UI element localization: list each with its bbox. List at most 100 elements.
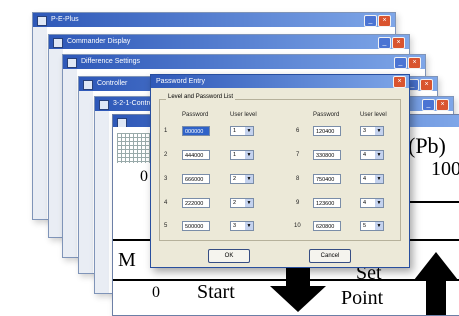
- window-body: [79, 91, 93, 273]
- close-button[interactable]: ×: [436, 99, 449, 111]
- window-title: Commander Display: [67, 38, 131, 45]
- row-number: 9: [296, 200, 300, 206]
- m-label: M: [118, 249, 136, 271]
- user-level-select[interactable]: 4 ▼: [360, 174, 384, 184]
- user-level-value: 4: [363, 152, 367, 158]
- chevron-down-icon: ▼: [375, 222, 383, 230]
- up-arrow-icon[interactable]: [414, 252, 459, 315]
- window-body: [49, 49, 63, 237]
- window-body: [95, 111, 109, 293]
- zero-bottom-label: 0: [152, 284, 160, 301]
- chevron-down-icon: ▼: [375, 127, 383, 135]
- user-level-value: 1: [233, 152, 237, 158]
- app-icon: [83, 80, 93, 90]
- app-icon: [99, 100, 109, 110]
- window-titlebar[interactable]: Difference Settings _ ×: [63, 55, 425, 69]
- window-title: 3-2-1-Control: [113, 100, 155, 107]
- app-icon: [117, 118, 127, 127]
- row-number: 8: [296, 176, 300, 182]
- close-button[interactable]: ×: [408, 57, 421, 69]
- app-icon: [37, 16, 47, 26]
- column-header-password: Password: [313, 112, 340, 118]
- cancel-button[interactable]: Cancel: [309, 249, 351, 263]
- row-number: 4: [164, 200, 168, 206]
- window-titlebar[interactable]: P-E-Plus _ ×: [33, 13, 395, 27]
- app-icon: [67, 58, 77, 68]
- chevron-down-icon: ▼: [375, 175, 383, 183]
- window-body: [33, 27, 47, 219]
- row-number: 3: [164, 176, 168, 182]
- window-title: Controller: [97, 80, 128, 87]
- user-level-select[interactable]: 4 ▼: [360, 198, 384, 208]
- user-level-select[interactable]: 4 ▼: [360, 150, 384, 160]
- password-field[interactable]: 330800: [313, 150, 341, 160]
- password-dialog[interactable]: Password Entry × Level and Password List…: [150, 74, 410, 268]
- password-field[interactable]: 000000: [182, 126, 210, 136]
- user-level-select[interactable]: 5 ▼: [360, 221, 384, 231]
- row-number: 1: [164, 128, 168, 134]
- chevron-down-icon: ▼: [245, 199, 253, 207]
- user-level-select[interactable]: 1 ▼: [230, 150, 254, 160]
- minimize-button[interactable]: _: [364, 15, 377, 27]
- dialog-title: Password Entry: [156, 78, 206, 85]
- password-list-group: Level and Password List Password User le…: [159, 94, 401, 241]
- chevron-down-icon: ▼: [245, 151, 253, 159]
- close-button[interactable]: ×: [420, 79, 433, 91]
- user-level-value: 5: [363, 223, 367, 229]
- password-field[interactable]: 222000: [182, 198, 210, 208]
- user-level-value: 4: [363, 176, 367, 182]
- password-field[interactable]: 666000: [182, 174, 210, 184]
- value-100: 100: [431, 158, 459, 180]
- password-field[interactable]: 500000: [182, 221, 210, 231]
- close-button[interactable]: ×: [378, 15, 391, 27]
- window-body: [63, 69, 77, 257]
- password-field[interactable]: 444000: [182, 150, 210, 160]
- start-label[interactable]: Start: [197, 281, 235, 304]
- user-level-select[interactable]: 2 ▼: [230, 174, 254, 184]
- grid-area: [117, 133, 151, 163]
- user-level-value: 3: [233, 223, 237, 229]
- chevron-down-icon: ▼: [245, 222, 253, 230]
- window-titlebar[interactable]: Commander Display _ ×: [49, 35, 409, 49]
- password-field[interactable]: 750400: [313, 174, 341, 184]
- chevron-down-icon: ▼: [245, 127, 253, 135]
- pb-label: (Pb): [408, 133, 446, 158]
- column-header-user-level: User level: [230, 112, 257, 118]
- user-level-value: 2: [233, 176, 237, 182]
- app-icon: [53, 38, 63, 48]
- minimize-button[interactable]: _: [394, 57, 407, 69]
- chevron-down-icon: ▼: [375, 151, 383, 159]
- password-field[interactable]: 120400: [313, 126, 341, 136]
- column-header-password: Password: [182, 112, 209, 118]
- user-level-value: 2: [233, 200, 237, 206]
- chevron-down-icon: ▼: [245, 175, 253, 183]
- user-level-value: 3: [363, 128, 367, 134]
- user-level-select[interactable]: 2 ▼: [230, 198, 254, 208]
- down-arrow-icon[interactable]: [268, 266, 328, 314]
- minimize-button[interactable]: _: [422, 99, 435, 111]
- user-level-value: 1: [233, 128, 237, 134]
- user-level-select[interactable]: 1 ▼: [230, 126, 254, 136]
- group-label: Level and Password List: [166, 94, 236, 100]
- value-zero: 0: [140, 168, 148, 185]
- point-label: Point: [341, 287, 384, 309]
- row-number: 6: [296, 128, 300, 134]
- user-level-select[interactable]: 3 ▼: [230, 221, 254, 231]
- row-number: 7: [296, 152, 300, 158]
- row-number: 10: [294, 223, 301, 229]
- user-level-select[interactable]: 3 ▼: [360, 126, 384, 136]
- ok-button[interactable]: OK: [208, 249, 250, 263]
- row-number: 5: [164, 223, 168, 229]
- chevron-down-icon: ▼: [375, 199, 383, 207]
- user-level-value: 4: [363, 200, 367, 206]
- close-button[interactable]: ×: [392, 37, 405, 49]
- dialog-titlebar[interactable]: Password Entry ×: [151, 75, 409, 88]
- row-number: 2: [164, 152, 168, 158]
- password-field[interactable]: 123600: [313, 198, 341, 208]
- column-header-user-level: User level: [360, 112, 387, 118]
- window-title: P-E-Plus: [51, 16, 79, 23]
- minimize-button[interactable]: _: [378, 37, 391, 49]
- close-button[interactable]: ×: [393, 76, 406, 88]
- window-title: Difference Settings: [81, 58, 141, 65]
- password-field[interactable]: 620800: [313, 221, 341, 231]
